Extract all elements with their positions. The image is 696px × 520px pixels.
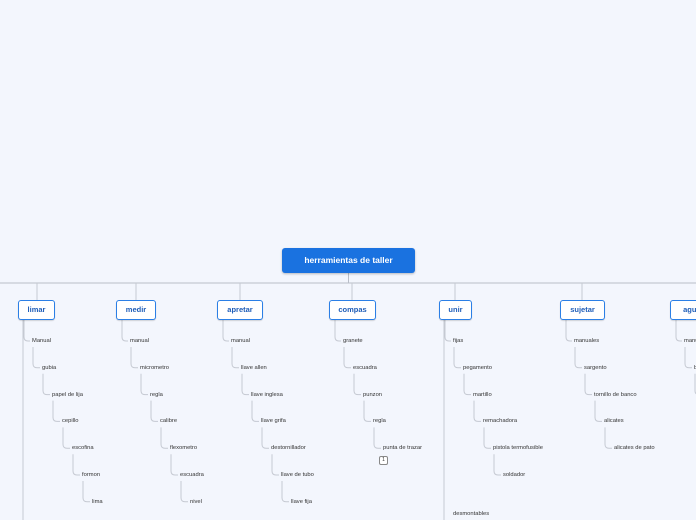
subtopic-connector	[150, 400, 158, 422]
subtopic[interactable]: cepillo	[62, 417, 78, 425]
subtopic[interactable]: soldador	[503, 471, 525, 479]
subtopic[interactable]: escuadra	[353, 364, 377, 372]
subtopic[interactable]: calibre	[160, 417, 177, 425]
subtopic-connector	[574, 347, 582, 369]
subtopic[interactable]: destornillador	[271, 444, 306, 452]
subtopic-connector	[334, 320, 341, 342]
subtopic[interactable]: llave fija	[291, 498, 312, 506]
subtopic[interactable]: regla	[150, 391, 163, 399]
subtopic-connector	[82, 481, 90, 503]
subtopic[interactable]: granete	[343, 337, 363, 345]
subtopic[interactable]: manual	[231, 337, 250, 345]
subtopic-connector	[281, 481, 289, 503]
subtopic-connector	[62, 427, 70, 449]
subtopic[interactable]: formon	[82, 471, 100, 479]
subtopic-connector	[493, 454, 501, 476]
subtopic[interactable]: nivel	[190, 498, 202, 506]
category-apretar[interactable]: apretar	[217, 300, 263, 320]
subtopic-connector	[584, 373, 592, 396]
subtopic[interactable]: escuadra	[180, 471, 204, 479]
subtopic-connector	[180, 481, 188, 503]
subtopic[interactable]: Manual	[32, 337, 51, 345]
subtopic[interactable]: punta de trazar	[383, 444, 422, 452]
subtopic-connector	[565, 320, 572, 342]
subtopic-connector	[353, 373, 361, 396]
subtopic-connector	[121, 320, 128, 342]
subtopic-connector	[231, 347, 239, 369]
subtopic[interactable]: llave inglesa	[251, 391, 283, 399]
count-badge[interactable]: 1	[379, 456, 388, 466]
subtopic-connector	[453, 347, 461, 369]
subtopic[interactable]: llave grifa	[261, 417, 286, 425]
subtopic[interactable]: alicates de pato	[614, 444, 655, 452]
subtopic[interactable]: gubia	[42, 364, 56, 372]
subtopic-connector	[373, 427, 381, 449]
subtopic-connector	[594, 400, 602, 422]
subtopic-connector	[170, 454, 178, 476]
subtopic-connector	[604, 427, 612, 449]
subtopic-connector	[251, 400, 259, 422]
subtopic-connector	[363, 400, 371, 422]
subtopic-connector	[130, 347, 138, 369]
subtopic-connector	[261, 427, 269, 449]
subtopic-connector	[483, 427, 491, 449]
subtopic-connector	[42, 373, 50, 396]
subtopic[interactable]: martillo	[473, 391, 492, 399]
mind-map-canvas: herramientas de taller limar medir apretar…	[0, 0, 696, 520]
subtopic[interactable]: manuales	[574, 337, 599, 345]
subtopic[interactable]: micrometro	[140, 364, 169, 372]
subtopic-connector	[463, 373, 471, 396]
category-medir[interactable]: medir	[116, 300, 156, 320]
subtopic-connector	[473, 400, 481, 422]
subtopic[interactable]: pegamento	[463, 364, 492, 372]
subtopic-connector	[52, 400, 60, 422]
subtopic[interactable]: llave de tubo	[281, 471, 314, 479]
root-topic[interactable]: herramientas de taller	[282, 248, 415, 273]
subtopic-connector	[684, 347, 692, 369]
subtopic[interactable]: pistola termofusible	[493, 444, 543, 452]
subtopic[interactable]: sargento	[584, 364, 607, 372]
subtopic[interactable]: papel de lija	[52, 391, 83, 399]
subtopic[interactable]: escofina	[72, 444, 94, 452]
category-agujerear[interactable]: agujerear	[670, 300, 696, 320]
subtopic-connector	[343, 347, 351, 369]
subtopic[interactable]: desmontables	[453, 510, 489, 518]
subtopic-connector	[241, 373, 249, 396]
subtopic[interactable]: fijas	[453, 337, 463, 345]
subtopic-connector	[72, 454, 80, 476]
subtopic-connector	[271, 454, 279, 476]
subtopic-connector	[675, 320, 682, 342]
subtopic[interactable]: regla	[373, 417, 386, 425]
category-limar[interactable]: limar	[18, 300, 55, 320]
category-unir[interactable]: unir	[439, 300, 472, 320]
category-sujetar[interactable]: sujetar	[560, 300, 605, 320]
subtopic-connector	[140, 373, 148, 396]
subtopic-connector	[160, 427, 168, 449]
subtopic[interactable]: llave allen	[241, 364, 267, 372]
subtopic[interactable]: flexometro	[170, 444, 197, 452]
subtopic[interactable]: manual	[684, 337, 696, 345]
subtopic[interactable]: punzon	[363, 391, 382, 399]
subtopic-connector	[222, 320, 229, 342]
subtopic[interactable]: tornillo de banco	[594, 391, 637, 399]
subtopic[interactable]: alicates	[604, 417, 624, 425]
subtopic-connector	[23, 320, 30, 342]
subtopic[interactable]: manual	[130, 337, 149, 345]
subtopic[interactable]: remachadora	[483, 417, 517, 425]
subtopic-connector	[444, 320, 451, 342]
category-compas[interactable]: compas	[329, 300, 376, 320]
subtopic-connector	[32, 347, 40, 369]
subtopic[interactable]: lima	[92, 498, 103, 506]
